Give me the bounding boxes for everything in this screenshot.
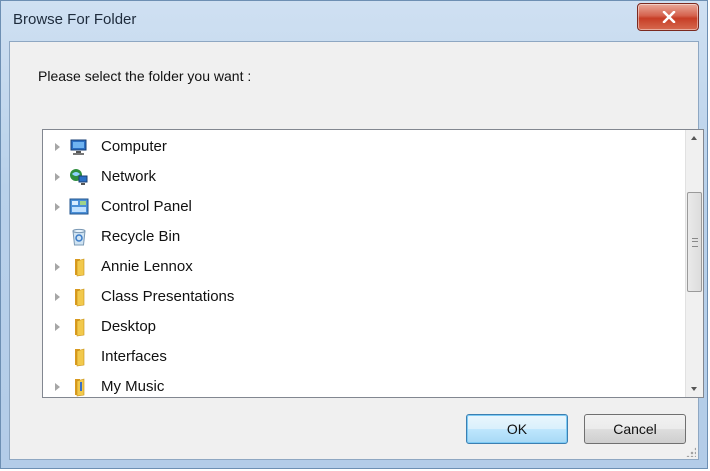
- grip-icon: [692, 238, 698, 247]
- expand-arrow-icon[interactable]: [55, 293, 60, 301]
- resize-grip-icon[interactable]: [686, 447, 696, 457]
- computer-icon: [70, 139, 87, 155]
- expand-arrow-icon[interactable]: [55, 263, 60, 271]
- tree-item-label: Recycle Bin: [101, 228, 181, 245]
- folder-icon: [75, 258, 85, 277]
- title-bar[interactable]: Browse For Folder: [1, 1, 707, 41]
- control-panel-icon: [69, 198, 89, 215]
- tree-item-desktop[interactable]: Desktop: [43, 312, 685, 342]
- tree-item-computer[interactable]: Computer: [43, 132, 685, 162]
- ok-button[interactable]: OK: [466, 414, 568, 444]
- folder-icon: [75, 318, 85, 337]
- tree-item-network[interactable]: Network: [43, 162, 685, 192]
- tree-item-label: Network: [101, 168, 157, 185]
- folder-icon: [75, 348, 85, 367]
- tree-item-label: My Music: [101, 378, 165, 395]
- tree-item-label: Desktop: [101, 318, 157, 335]
- expand-arrow-icon[interactable]: [55, 173, 60, 181]
- folder-icon: [75, 288, 85, 307]
- tree-item-interfaces[interactable]: Interfaces: [43, 342, 685, 372]
- vertical-scrollbar[interactable]: [685, 130, 703, 397]
- tree-item-label: Control Panel: [101, 198, 192, 215]
- tree-item-label: Interfaces: [101, 348, 167, 365]
- expand-arrow-icon[interactable]: [55, 143, 60, 151]
- close-button[interactable]: [637, 3, 699, 31]
- expand-arrow-icon[interactable]: [55, 203, 60, 211]
- tree-item-control-panel[interactable]: Control Panel: [43, 192, 685, 222]
- recycle-bin-icon: [72, 228, 86, 246]
- folder-tree[interactable]: Computer Network Control Panel Recycle B…: [42, 129, 704, 398]
- close-icon: [662, 11, 676, 23]
- tree-item-annie-lennox[interactable]: Annie Lennox: [43, 252, 685, 282]
- tree-item-recycle-bin[interactable]: Recycle Bin: [43, 222, 685, 252]
- tree-item-class-presentations[interactable]: Class Presentations: [43, 282, 685, 312]
- window-title: Browse For Folder: [13, 11, 137, 28]
- tree-item-label: Annie Lennox: [101, 258, 193, 275]
- expand-arrow-icon[interactable]: [55, 323, 60, 331]
- expand-arrow-icon[interactable]: [55, 383, 60, 391]
- tree-item-my-music[interactable]: My Music: [43, 372, 685, 397]
- network-icon: [70, 169, 88, 185]
- tree-item-label: Class Presentations: [101, 288, 235, 305]
- music-folder-icon: [75, 378, 85, 397]
- browse-for-folder-dialog: Browse For Folder Please select the fold…: [0, 0, 708, 469]
- tree-item-label: Computer: [101, 138, 167, 155]
- cancel-button[interactable]: Cancel: [584, 414, 686, 444]
- scroll-up-arrow-icon[interactable]: [686, 130, 703, 147]
- scroll-down-arrow-icon[interactable]: [686, 380, 703, 397]
- instruction-text: Please select the folder you want :: [38, 68, 252, 84]
- scrollbar-thumb[interactable]: [687, 192, 702, 292]
- dialog-body: Please select the folder you want : Comp…: [9, 41, 704, 460]
